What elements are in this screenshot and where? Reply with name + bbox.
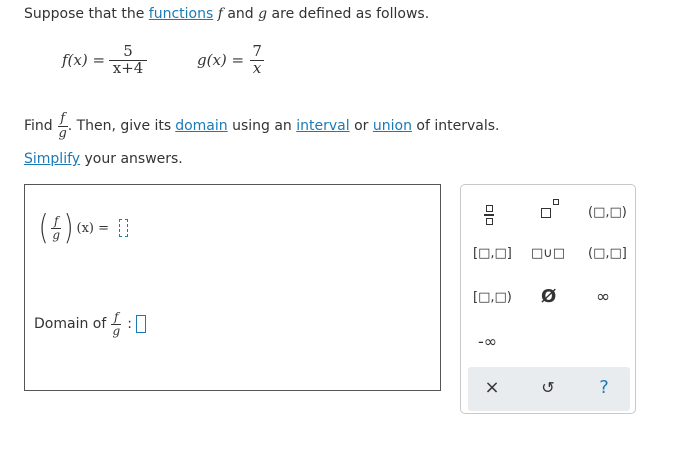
instruction-line: Find f g . Then, give its domain using a… <box>24 111 500 141</box>
math-palette: (□,□) [□,□] □∪□ (□,□] [□,□) Ø ∞ -∞ × ↺ ? <box>460 184 636 414</box>
negative-infinity-button[interactable]: -∞ <box>478 332 497 351</box>
union-button[interactable]: □∪□ <box>531 246 565 261</box>
g-definition: g(x) = 7 x <box>197 43 265 77</box>
interval-link[interactable]: interval <box>296 118 349 134</box>
closed-closed-interval-button[interactable]: [□,□] <box>473 246 512 261</box>
right-paren: ) <box>63 208 74 248</box>
domain-row: Domain of f g : <box>34 311 146 337</box>
f-over-g-fraction: f g <box>57 111 68 141</box>
help-icon: ? <box>599 377 609 398</box>
g-fraction: 7 x <box>250 43 265 77</box>
quotient-answer-input[interactable] <box>119 219 129 237</box>
problem-intro: Suppose that the functions f and g are d… <box>24 6 430 22</box>
left-paren: ( <box>38 208 49 248</box>
undo-icon: ↺ <box>541 378 555 397</box>
simplify-line: Simplify your answers. <box>24 151 183 167</box>
help-button[interactable]: ? <box>592 377 616 398</box>
open-open-interval-button[interactable]: (□,□) <box>588 205 627 220</box>
undo-button[interactable]: ↺ <box>536 378 560 397</box>
domain-answer-input[interactable] <box>136 315 146 334</box>
union-link[interactable]: union <box>373 118 412 134</box>
simplify-link[interactable]: Simplify <box>24 151 80 167</box>
quotient-expression-row: ( f g ) (x) = <box>37 208 129 248</box>
domain-fraction: f g <box>111 310 122 338</box>
closed-open-interval-button[interactable]: [□,□) <box>473 290 512 305</box>
f-fraction: 5 x+4 <box>109 43 148 77</box>
f-definition: f(x) = 5 x+4 <box>62 43 148 77</box>
fraction-template-icon <box>484 205 494 225</box>
clear-button[interactable]: × <box>480 377 504 398</box>
superscript-template-button[interactable] <box>536 199 564 220</box>
infinity-button[interactable]: ∞ <box>596 287 610 307</box>
open-closed-interval-button[interactable]: (□,□] <box>588 246 627 261</box>
empty-set-button[interactable]: Ø <box>541 286 556 307</box>
fraction-template-button[interactable] <box>479 201 499 225</box>
close-icon: × <box>484 377 500 398</box>
expr-fraction: f g <box>51 213 62 242</box>
domain-link[interactable]: domain <box>175 118 227 134</box>
superscript-template-icon <box>541 199 559 220</box>
palette-footer: × ↺ ? <box>468 367 630 411</box>
answer-box: ( f g ) (x) = Domain of f g : <box>24 184 441 391</box>
functions-link[interactable]: functions <box>149 6 213 22</box>
